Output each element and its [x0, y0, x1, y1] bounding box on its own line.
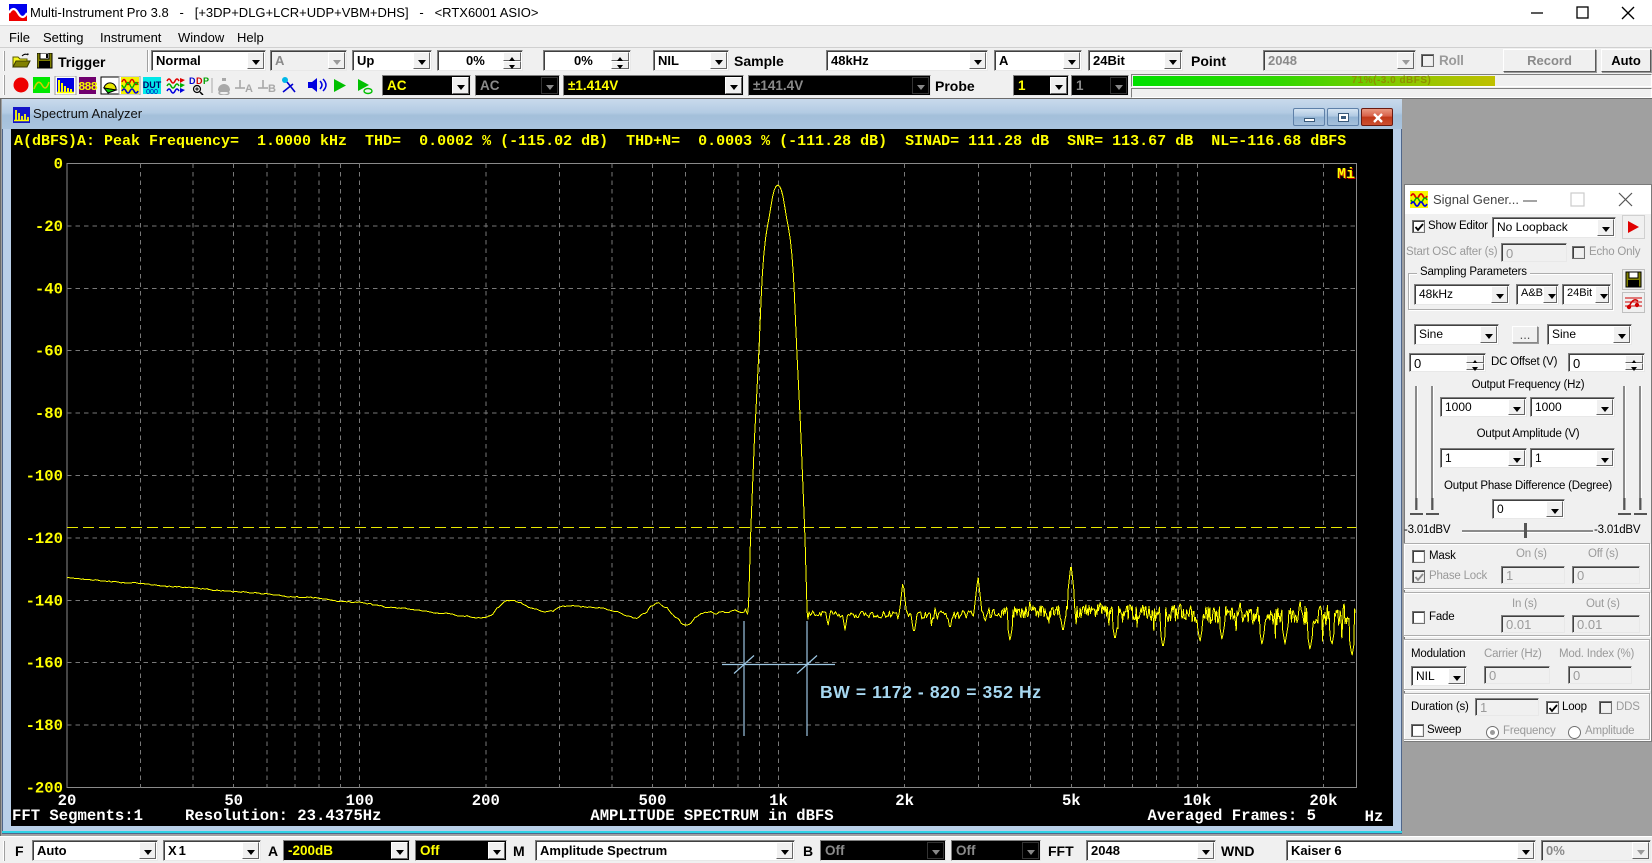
svg-text:888: 888 — [78, 80, 97, 94]
svg-text:D: D — [189, 76, 196, 86]
svg-text:-40: -40 — [35, 280, 63, 298]
svg-text:-100: -100 — [26, 468, 63, 486]
svg-text:Averaged Frames: 5: Averaged Frames: 5 — [1148, 807, 1316, 825]
svg-text:-160: -160 — [26, 655, 63, 673]
svg-text:5k: 5k — [1062, 792, 1081, 810]
svg-text:-20: -20 — [35, 218, 63, 236]
svg-text:200: 200 — [472, 792, 500, 810]
svg-text:0: 0 — [54, 156, 63, 174]
svg-text:P: P — [203, 76, 209, 86]
svg-text:-60: -60 — [35, 343, 63, 361]
svg-text:B: B — [268, 83, 276, 95]
svg-text:Mi: Mi — [1337, 166, 1355, 183]
svg-text:Hz: Hz — [1365, 808, 1384, 826]
svg-text:-120: -120 — [26, 530, 63, 548]
svg-text:AMPLITUDE SPECTRUM in dBFS: AMPLITUDE SPECTRUM in dBFS — [590, 807, 833, 825]
svg-text:FFT Segments:1: FFT Segments:1 — [12, 807, 143, 825]
svg-text:Resolution: 23.4375Hz: Resolution: 23.4375Hz — [185, 807, 382, 825]
svg-text:2k: 2k — [895, 792, 914, 810]
svg-text:-140: -140 — [26, 592, 63, 610]
svg-text:-80: -80 — [35, 405, 63, 423]
svg-text:-180: -180 — [26, 717, 63, 735]
svg-text:000: 000 — [146, 89, 158, 95]
svg-text:BW = 1172 - 820 = 352 Hz: BW = 1172 - 820 = 352 Hz — [820, 682, 1042, 702]
svg-text:D: D — [196, 76, 203, 86]
svg-text:A: A — [245, 83, 253, 95]
